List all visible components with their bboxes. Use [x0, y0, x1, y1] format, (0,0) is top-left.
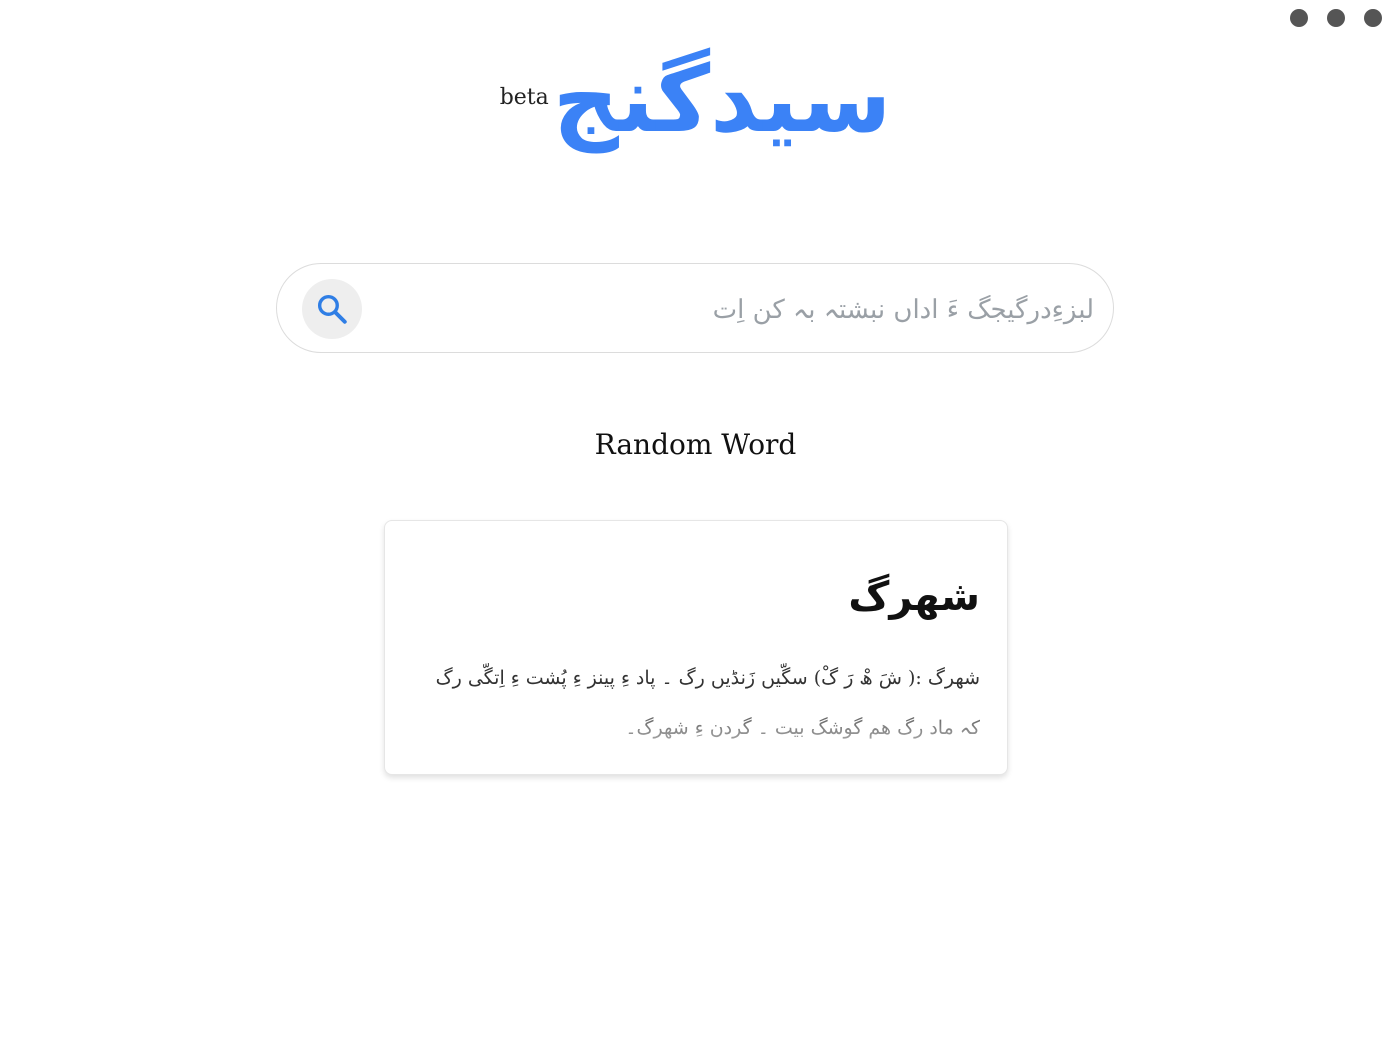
- menu-dot: [1290, 9, 1308, 27]
- random-word-heading: Random Word: [594, 428, 797, 461]
- search-input[interactable]: [377, 282, 1096, 338]
- word-title: شھرگ: [848, 574, 980, 620]
- search-button[interactable]: [302, 279, 362, 339]
- logo-title: سیدگنج: [552, 46, 892, 153]
- search-bar: [276, 263, 1114, 353]
- more-options-menu[interactable]: [1290, 9, 1382, 27]
- word-definition: شھرگ :( شَ ھْ رَ گْ) سگّیں زَنڈیں رگ ۔ پ…: [412, 653, 980, 753]
- menu-dot: [1364, 9, 1382, 27]
- page: beta سیدگنج Random Word شھرگ شھرگ :( شَ …: [0, 0, 1391, 1050]
- search-icon: [317, 294, 347, 324]
- site-logo[interactable]: beta سیدگنج: [0, 30, 1391, 170]
- menu-dot: [1327, 9, 1345, 27]
- random-word-card[interactable]: شھرگ شھرگ :( شَ ھْ رَ گْ) سگّیں زَنڈیں ر…: [384, 520, 1008, 775]
- logo-wrapper: beta سیدگنج: [500, 30, 892, 170]
- beta-badge: beta: [499, 85, 549, 110]
